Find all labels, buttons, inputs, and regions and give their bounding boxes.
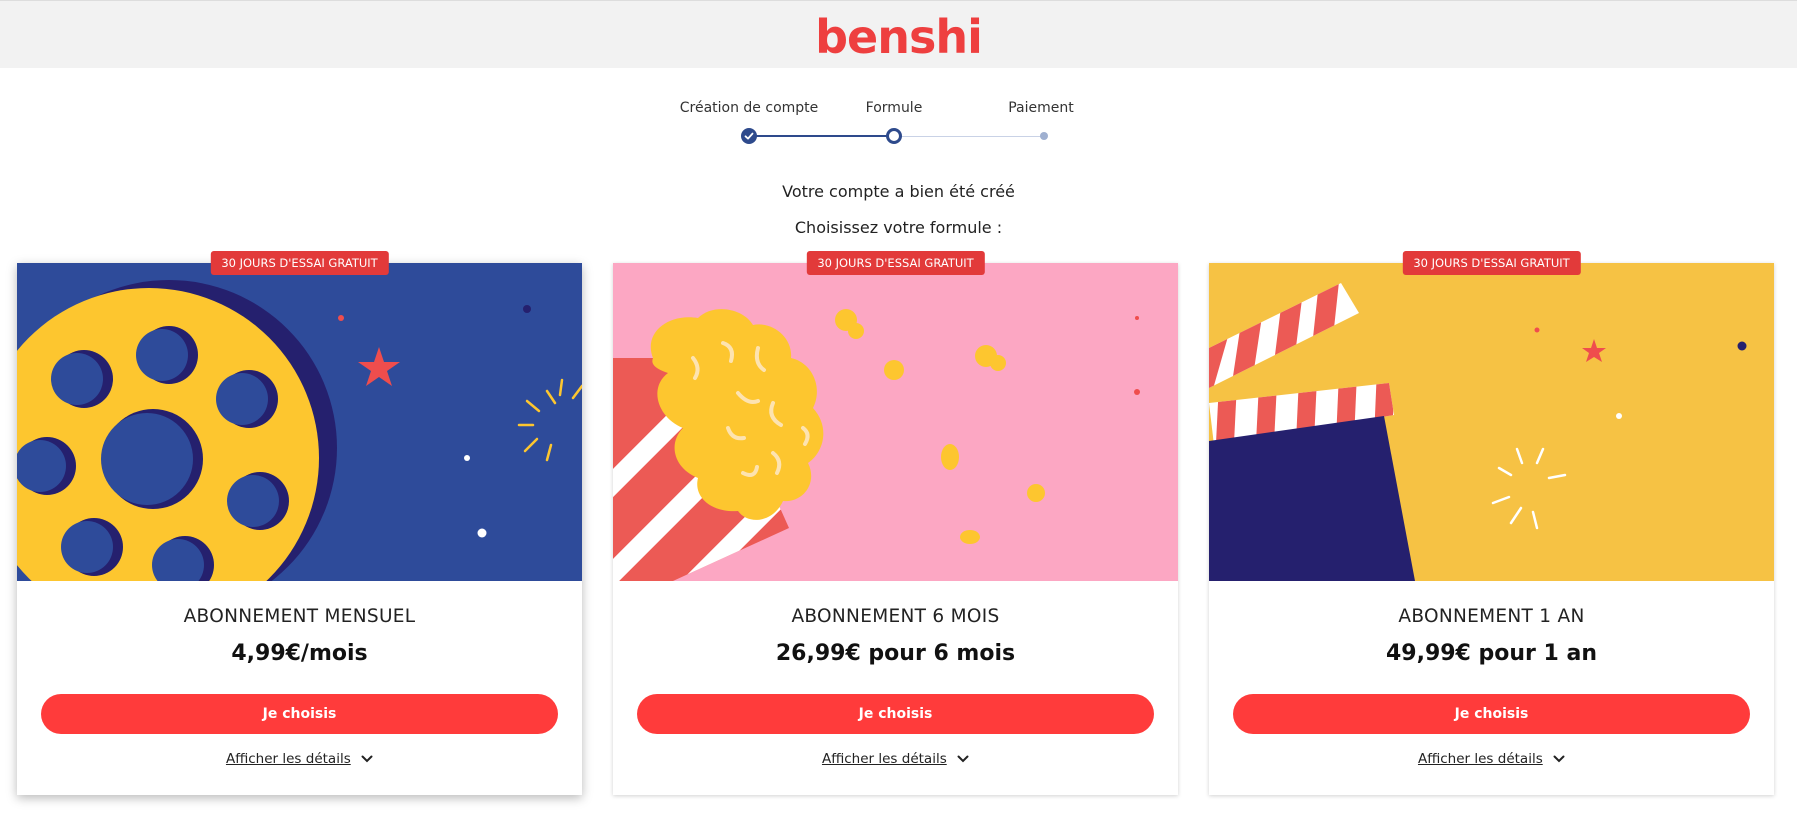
clapperboard-illustration: [1209, 263, 1774, 581]
film-reel-illustration: [17, 263, 582, 581]
step-pending-icon: [1040, 132, 1048, 140]
chevron-down-icon[interactable]: [1553, 751, 1565, 767]
stepper-line-pending: [894, 136, 1045, 137]
step-current-icon: [886, 128, 902, 144]
popcorn-illustration: [613, 263, 1178, 581]
chevron-down-icon[interactable]: [361, 751, 373, 767]
stepper-line-done: [749, 135, 894, 137]
chevron-down-icon[interactable]: [957, 751, 969, 767]
choose-6-months-button[interactable]: Je choisis: [637, 694, 1154, 734]
plan-price: 26,99€ pour 6 mois: [775, 641, 1016, 666]
choose-monthly-button[interactable]: Je choisis: [41, 694, 558, 734]
step-label-payment: Paiement: [1008, 100, 1074, 116]
header: benshi: [0, 0, 1797, 68]
free-trial-badge: 30 JOURS D'ESSAI GRATUIT: [806, 251, 985, 275]
choose-1-year-button[interactable]: Je choisis: [1233, 694, 1750, 734]
show-details-link[interactable]: Afficher les détails: [822, 751, 947, 767]
show-details-toggle[interactable]: Afficher les détails: [17, 751, 582, 767]
account-created-message: Votre compte a bien été créé: [782, 182, 1015, 201]
plan-title: ABONNEMENT 6 MOIS: [791, 606, 1000, 627]
free-trial-badge: 30 JOURS D'ESSAI GRATUIT: [1402, 251, 1581, 275]
step-label-plan: Formule: [865, 100, 923, 116]
show-details-link[interactable]: Afficher les détails: [226, 751, 351, 767]
show-details-link[interactable]: Afficher les détails: [1418, 751, 1543, 767]
plan-card-monthly[interactable]: 30 JOURS D'ESSAI GRATUIT ABONNEMENT MENS…: [17, 251, 582, 795]
step-label-account: Création de compte: [679, 100, 819, 116]
free-trial-badge: 30 JOURS D'ESSAI GRATUIT: [210, 251, 389, 275]
step-done-check-icon: [741, 128, 757, 144]
plan-card-1-year[interactable]: 30 JOURS D'ESSAI GRATUIT ABONNEMENT 1 AN…: [1209, 251, 1774, 795]
plan-title: ABONNEMENT MENSUEL: [183, 606, 416, 627]
show-details-toggle[interactable]: Afficher les détails: [613, 751, 1178, 767]
show-details-toggle[interactable]: Afficher les détails: [1209, 751, 1774, 767]
benshi-logo[interactable]: benshi: [815, 7, 983, 67]
plan-title: ABONNEMENT 1 AN: [1398, 606, 1585, 627]
plan-price: 49,99€ pour 1 an: [1385, 641, 1598, 666]
choose-plan-prompt: Choisissez votre formule :: [794, 218, 1003, 237]
plan-card-6-months[interactable]: 30 JOURS D'ESSAI GRATUIT ABONNEMENT 6 MO…: [613, 251, 1178, 795]
plan-price: 4,99€/mois: [231, 641, 368, 666]
